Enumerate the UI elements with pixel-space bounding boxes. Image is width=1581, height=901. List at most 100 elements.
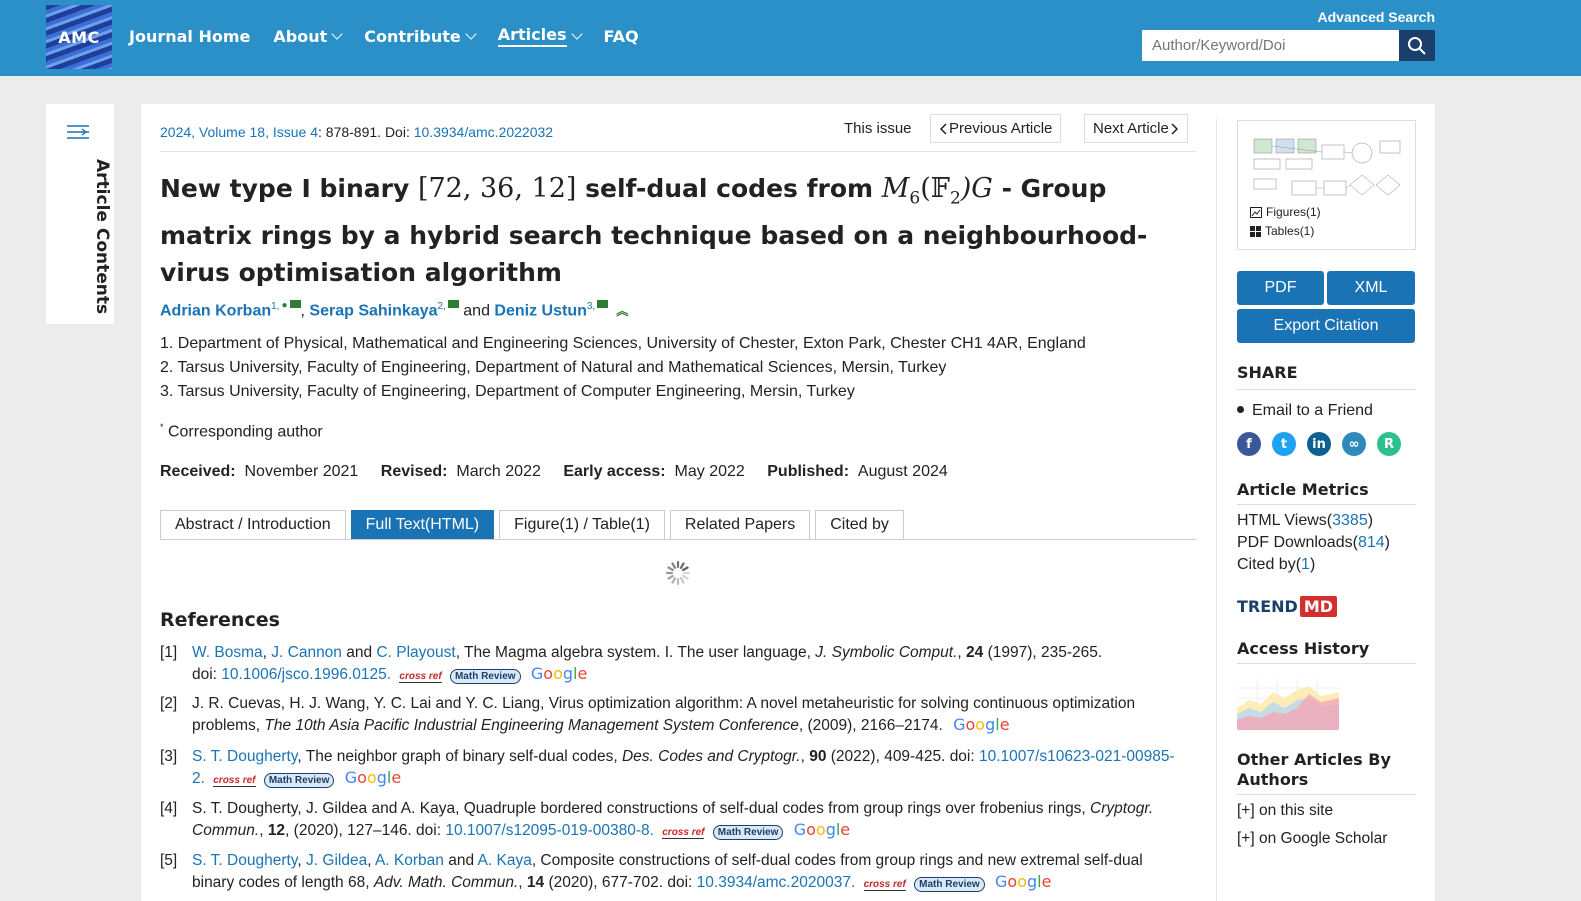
email-icon[interactable]	[597, 300, 609, 309]
google-scholar-icon[interactable]: Google	[995, 872, 1051, 893]
google-scholar-icon[interactable]: Google	[531, 664, 587, 685]
google-letter: o	[1007, 871, 1018, 891]
linkedin-icon[interactable]: in	[1307, 432, 1331, 456]
chevron-down-icon	[570, 28, 583, 40]
nav-journal-home[interactable]: Journal Home	[129, 25, 250, 47]
search-button[interactable]	[1399, 30, 1435, 61]
journal-logo[interactable]: AMC	[46, 5, 112, 69]
google-letter: o	[965, 714, 976, 734]
on-google-scholar-link[interactable]: [+] on Google Scholar	[1237, 830, 1387, 848]
author-link[interactable]: W. Bosma	[192, 644, 263, 661]
author-link[interactable]: A. Kaya	[478, 852, 532, 869]
pdf-downloads-count[interactable]: 814	[1358, 534, 1385, 551]
mendeley-icon[interactable]: ∞	[1342, 432, 1366, 456]
tab-figures-tables[interactable]: Figure(1) / Table(1)	[499, 510, 665, 540]
figure-thumbnail-box[interactable]: Figures(1) Tables(1)	[1237, 120, 1416, 250]
spinner-spoke	[682, 574, 689, 580]
crossref-icon[interactable]: cross ref	[863, 879, 906, 891]
math-review-button[interactable]: Math Review	[263, 772, 335, 788]
cited-by-count[interactable]: 1	[1301, 556, 1310, 573]
html-views-metric: HTML Views(3385)	[1237, 512, 1373, 530]
trendmd-logo[interactable]: TREND MD	[1237, 596, 1338, 617]
pdf-button[interactable]: PDF	[1237, 271, 1324, 305]
search-input[interactable]	[1142, 30, 1399, 61]
volume-issue-link[interactable]: 2024, Volume 18, Issue 4	[160, 124, 318, 140]
advanced-search-link[interactable]: Advanced Search	[1318, 9, 1436, 25]
chevron-down-icon	[331, 28, 343, 40]
nav-about[interactable]: About	[273, 25, 343, 47]
article-panel: 2024, Volume 18, Issue 4: 878-891. Doi: …	[141, 104, 1435, 901]
tab-abstract[interactable]: Abstract / Introduction	[160, 510, 346, 540]
email-icon[interactable]	[447, 300, 459, 309]
author-link[interactable]: J. Cannon	[271, 644, 342, 661]
facebook-icon[interactable]: f	[1237, 432, 1261, 456]
nav-faq[interactable]: FAQ	[604, 25, 639, 47]
tab-cited-by[interactable]: Cited by	[815, 510, 904, 540]
tables-label: Tables(1)	[1265, 224, 1315, 238]
date-label: Revised:	[380, 463, 448, 480]
export-citation-button[interactable]: Export Citation	[1237, 309, 1415, 343]
author-link[interactable]: S. T. Dougherty	[192, 852, 297, 869]
doi-link[interactable]: 10.1007/s12095-019-00380-8.	[445, 822, 654, 839]
spinner-spoke	[667, 566, 674, 572]
journal-name: Des. Codes and Cryptogr.	[621, 748, 801, 765]
author-link[interactable]: J. Gildea	[306, 852, 367, 869]
doi-link[interactable]: 10.3934/amc.2022032	[414, 124, 553, 140]
crossref-icon[interactable]: cross ref	[662, 827, 705, 839]
math-review-button[interactable]: Math Review	[712, 824, 784, 840]
author-link[interactable]: Serap Sahinkaya	[309, 302, 437, 319]
author-link[interactable]: C. Playoust	[376, 644, 455, 661]
cited-by-metric: Cited by(1)	[1237, 556, 1315, 574]
article-contents-label: Article Contents	[92, 159, 112, 315]
google-letter: e	[999, 714, 1010, 734]
math-review-button[interactable]: Math Review	[449, 668, 521, 684]
doi-link[interactable]: 10.3934/amc.2020037.	[697, 874, 856, 891]
math-review-button[interactable]: Math Review	[914, 876, 985, 892]
email-friend-link[interactable]: Email to a Friend	[1237, 402, 1373, 420]
reference-number: [3]	[160, 748, 178, 765]
email-icon[interactable]	[289, 300, 301, 309]
math-symbol: )G	[960, 173, 993, 204]
twitter-icon[interactable]: t	[1272, 432, 1296, 456]
access-history-chart[interactable]	[1237, 678, 1339, 730]
html-views-count[interactable]: 3385	[1332, 512, 1368, 529]
xml-button[interactable]: XML	[1327, 271, 1415, 305]
double-chevron-up-icon[interactable]: ︽	[616, 304, 628, 318]
google-scholar-icon[interactable]: Google	[953, 715, 1009, 736]
crossref-icon[interactable]: cross ref	[213, 775, 256, 787]
tab-related-papers[interactable]: Related Papers	[669, 510, 811, 540]
date-label: Early access:	[563, 463, 666, 480]
author-link[interactable]: Adrian Korban	[160, 302, 271, 319]
title-math-ring: M6(𝔽2)G	[882, 173, 993, 208]
previous-article-button[interactable]: Previous Article	[930, 114, 1062, 143]
cited-by-label: Cited by(	[1237, 556, 1302, 573]
nav-articles[interactable]: Articles	[497, 25, 583, 47]
access-history-heading: Access History	[1237, 639, 1370, 658]
divider	[1237, 389, 1416, 390]
author-link[interactable]: S. T. Dougherty	[192, 748, 297, 765]
google-scholar-icon[interactable]: Google	[794, 820, 850, 841]
author-sup: 1,	[271, 301, 280, 312]
crossref-icon[interactable]: cross ref	[399, 671, 442, 683]
reference-text: , (2009), 2166–2174.	[798, 716, 943, 734]
spinner-spoke	[679, 577, 685, 584]
researchgate-icon[interactable]: R	[1377, 432, 1401, 456]
reference-text: (2022), 409-425. doi:	[826, 748, 979, 765]
author-link[interactable]: Deniz Ustun	[494, 302, 586, 319]
nav-contribute[interactable]: Contribute	[364, 25, 477, 47]
loading-spinner-icon	[665, 560, 691, 586]
next-article-button[interactable]: Next Article	[1084, 114, 1188, 143]
person-icon: ●	[281, 300, 288, 312]
on-this-site-link[interactable]: [+] on this site	[1237, 802, 1333, 820]
article-contents-tab[interactable]: Article Contents	[46, 104, 114, 324]
doi-link[interactable]: 10.1006/jsco.1996.0125.	[221, 666, 391, 683]
tab-full-text[interactable]: Full Text(HTML)	[350, 510, 495, 540]
doi-label: doi:	[192, 665, 222, 683]
google-scholar-icon[interactable]: Google	[345, 768, 401, 789]
figures-link[interactable]: Figures(1)	[1250, 205, 1321, 219]
author-link[interactable]: A. Korban	[375, 852, 444, 869]
title-text: self-dual codes from	[576, 174, 882, 203]
spinner-spoke	[671, 562, 677, 569]
journal-name: J. Symbolic Comput.	[815, 644, 958, 661]
tables-link[interactable]: Tables(1)	[1250, 224, 1314, 238]
